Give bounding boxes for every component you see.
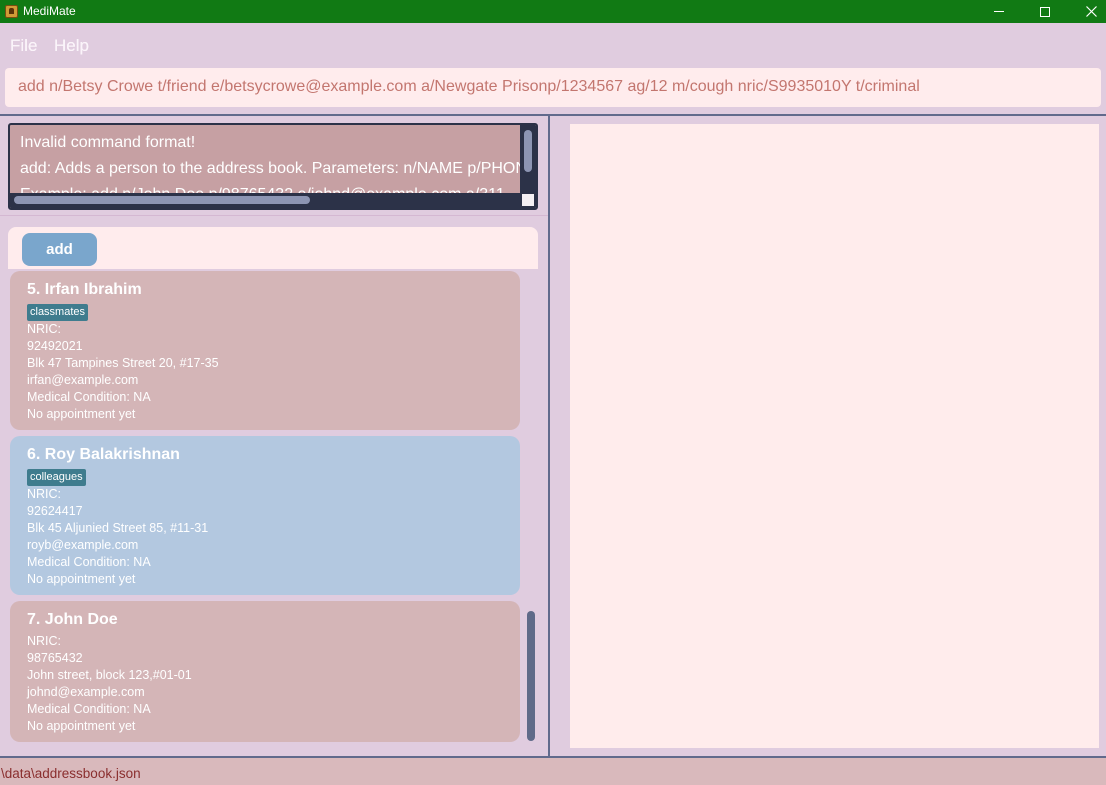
scrollbar-thumb[interactable] — [14, 196, 310, 204]
person-phone: 92492021 — [27, 339, 83, 353]
result-line: add: Adds a person to the address book. … — [20, 160, 538, 177]
app-icon — [5, 5, 18, 18]
person-list-scrollbar[interactable] — [527, 611, 535, 741]
person-address: Blk 45 Aljunied Street 85, #11-31 — [27, 521, 209, 535]
minimize-button[interactable] — [976, 0, 1022, 23]
person-email: johnd@example.com — [27, 685, 145, 699]
divider-horizontal — [0, 114, 1106, 116]
status-bar: \data\addressbook.json — [0, 758, 1106, 785]
command-input[interactable]: add n/Betsy Crowe t/friend e/betsycrowe@… — [5, 68, 1101, 107]
person-nric: NRIC: — [27, 322, 62, 336]
person-condition: Medical Condition: NA — [27, 390, 151, 404]
person-card[interactable]: 5. Irfan Ibrahim classmates NRIC: 924920… — [10, 271, 520, 430]
result-line: Invalid command format! — [20, 134, 196, 151]
save-location: \data\addressbook.json — [1, 766, 141, 781]
menu-bar: File Help — [0, 23, 1106, 63]
close-button[interactable] — [1068, 0, 1106, 23]
split-pane-divider[interactable] — [548, 114, 550, 757]
person-name: 5. Irfan Ibrahim — [27, 281, 142, 298]
person-appointment: No appointment yet — [27, 572, 136, 586]
person-appointment: No appointment yet — [27, 719, 136, 733]
person-nric: NRIC: — [27, 487, 62, 501]
add-button[interactable]: add — [22, 233, 97, 266]
person-nric: NRIC: — [27, 634, 62, 648]
person-card[interactable]: 7. John Doe NRIC: 98765432 John street, … — [10, 601, 520, 742]
person-name: 7. John Doe — [27, 611, 118, 628]
tag-badge: classmates — [27, 304, 89, 321]
window-titlebar[interactable]: MediMate — [0, 0, 1106, 23]
tag-badge: colleagues — [27, 469, 86, 486]
minimize-icon — [994, 11, 1004, 12]
person-condition: Medical Condition: NA — [27, 555, 151, 569]
person-appointment: No appointment yet — [27, 407, 136, 421]
person-email: irfan@example.com — [27, 373, 139, 387]
person-address: Blk 47 Tampines Street 20, #17-35 — [27, 356, 219, 370]
person-email: royb@example.com — [27, 538, 139, 552]
result-horizontal-scrollbar[interactable] — [10, 193, 522, 208]
person-phone: 98765432 — [27, 651, 83, 665]
close-icon — [1085, 6, 1097, 17]
scrollbar-corner — [522, 194, 534, 206]
scrollbar-thumb[interactable] — [524, 130, 532, 172]
person-card-selected[interactable]: 6. Roy Balakrishnan colleagues NRIC: 926… — [10, 436, 520, 595]
menu-file[interactable]: File — [10, 36, 37, 56]
detail-panel — [570, 124, 1099, 748]
maximize-button[interactable] — [1022, 0, 1068, 23]
menu-help[interactable]: Help — [54, 36, 89, 56]
person-phone: 92624417 — [27, 504, 83, 518]
person-condition: Medical Condition: NA — [27, 702, 151, 716]
window-title: MediMate — [23, 4, 76, 18]
command-input-value: add n/Betsy Crowe t/friend e/betsycrowe@… — [18, 78, 920, 95]
person-name: 6. Roy Balakrishnan — [27, 446, 180, 463]
result-display[interactable]: Invalid command format! add: Adds a pers… — [8, 123, 538, 210]
divider — [0, 215, 548, 216]
person-address: John street, block 123,#01-01 — [27, 668, 192, 682]
maximize-icon — [1040, 6, 1050, 17]
